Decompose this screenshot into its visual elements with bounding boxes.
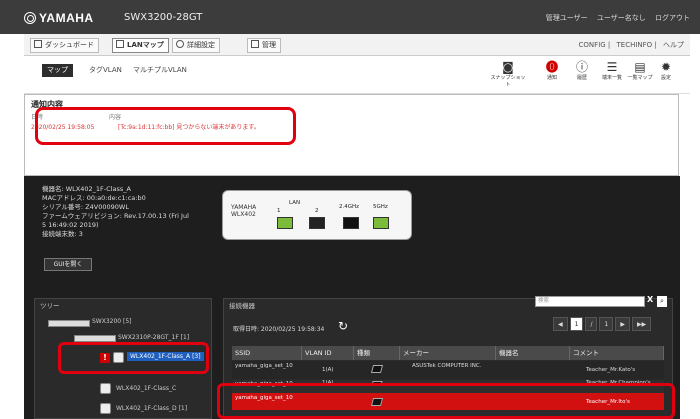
col-comment[interactable]: コメント (570, 346, 664, 360)
band-2g-label: 2.4GHz (339, 204, 360, 210)
ap-brand: YAMAHA WLX402 (231, 204, 257, 218)
ap-icon (100, 383, 111, 394)
clear-search-button[interactable]: X (647, 295, 653, 304)
prev-page-button[interactable]: ◀ (553, 317, 568, 331)
port-2-label: 2 (315, 208, 319, 214)
lan-port-2 (309, 217, 325, 229)
app-header: YAMAHA SWX3200-28GT 管理ユーザー ユーザー名なし ログアウト (0, 0, 700, 34)
col-device-name[interactable]: 機器名 (496, 346, 570, 360)
tab-advanced-settings[interactable]: 詳細設定 (172, 38, 220, 53)
device-clients: 接続端末数: 3 (42, 230, 83, 238)
snapshot-button[interactable]: ◙ スナップショット (490, 60, 526, 88)
pagination: ◀ 1 / 1 ▶ ▶▶ (553, 317, 652, 331)
tree-title: ツリー (40, 302, 60, 310)
refresh-icon[interactable]: ↻ (338, 319, 348, 333)
tab-dashboard[interactable]: ダッシュボード (30, 38, 99, 53)
subtab-tag-vlan[interactable]: タグVLAN (84, 64, 127, 77)
device-name: 機器名: WLX402_1F-Class_A (42, 185, 131, 193)
col-ssid[interactable]: SSID (232, 346, 302, 360)
tab-management[interactable]: 管理 (247, 38, 281, 53)
highlight-notification (35, 107, 296, 145)
cell-maker: ASUSTek COMPUTER INC. (412, 363, 482, 369)
next-page-button[interactable]: ▶ (615, 317, 630, 331)
tree-item-swx3200[interactable]: SWX3200 [5] (92, 318, 132, 325)
col-type[interactable]: 種類 (354, 346, 400, 360)
last-page-button[interactable]: ▶▶ (631, 317, 652, 331)
cell-comment: Teacher_Mr.Kato's (586, 367, 636, 373)
lan-port-1 (277, 217, 293, 229)
device-info: 機器名: WLX402_1F-Class_A MACアドレス: 00:a0:de… (42, 185, 222, 239)
device-firmware-date: 5 16:49:02 2019) (42, 221, 99, 229)
switch-icon (48, 320, 90, 327)
last-updated: 取得日時: 2020/02/25 19:58:34 (233, 326, 325, 333)
camera-icon: ◙ (502, 60, 514, 74)
tree-item-wlx402-c[interactable]: WLX402_1F-Class_C (116, 385, 176, 392)
lan-label: LAN (289, 200, 301, 206)
tab-lan-map[interactable]: LANマップ (112, 38, 169, 53)
tree-item-swx2310p[interactable]: SWX2310P-28GT_1F [1] (118, 334, 189, 341)
wrench-icon (251, 40, 259, 48)
main-tabs: ダッシュボード LANマップ 詳細設定 管理 CONFIG | TECHINFO… (24, 34, 690, 56)
wifi-5g-indicator (373, 217, 389, 229)
gear-icon: ✹ (660, 60, 672, 74)
highlight-device-row (217, 383, 675, 419)
yamaha-mark-icon (24, 12, 36, 24)
sub-toolbar: マップ タグVLAN マルチプルVLAN ◙ スナップショット ⓿ 通知 ⓘ 履歴 ☰… (24, 56, 690, 94)
band-5g-label: 5GHz (373, 204, 388, 210)
user-name: ユーザー名なし (596, 14, 646, 22)
config-link[interactable]: CONFIG (579, 41, 606, 49)
connected-title: 接続機器 (229, 302, 255, 310)
device-mac: MACアドレス: 00:a0:de:c1:ca:b0 (42, 194, 146, 202)
search-icon[interactable]: ⌕ (657, 296, 667, 307)
help-link[interactable]: ヘルプ (663, 41, 684, 49)
subtab-map[interactable]: マップ (42, 64, 73, 77)
ap-icon (100, 403, 111, 414)
page-separator: / (585, 317, 598, 331)
access-point-diagram: YAMAHA WLX402 LAN 1 2 2.4GHz 5GHz (222, 190, 412, 240)
dashboard-icon (34, 40, 42, 48)
gear-icon (176, 40, 184, 48)
tree-item-wlx402-d[interactable]: WLX402_1F-Class_D [1] (116, 405, 187, 412)
settings-button[interactable]: ✹ 設定 (648, 60, 684, 81)
total-pages: 1 (599, 317, 614, 331)
highlight-tree-item (58, 342, 209, 374)
search-input[interactable]: 検索 (535, 296, 645, 307)
device-serial: シリアル番号: Z4V00090WL (42, 203, 129, 211)
current-page[interactable]: 1 (569, 317, 584, 331)
utility-links: CONFIG | TECHINFO | ヘルプ (578, 41, 684, 49)
techinfo-link[interactable]: TECHINFO (617, 41, 653, 49)
logout-link[interactable]: ログアウト (655, 14, 690, 22)
cell-vlan: 1(A) (322, 367, 334, 373)
switch-icon (74, 335, 116, 342)
cell-ssid: yamaha_giga_set_10 (235, 363, 293, 369)
open-gui-button[interactable]: GUIを開く (44, 258, 92, 271)
model-name: SWX3200-28GT (124, 12, 203, 23)
col-vlan-id[interactable]: VLAN ID (302, 346, 354, 360)
lan-map-icon (116, 40, 124, 48)
wifi-2g-indicator (343, 217, 359, 229)
col-maker[interactable]: メーカー (400, 346, 496, 360)
subtab-multiple-vlan[interactable]: マルチプルVLAN (128, 64, 192, 77)
user-links: 管理ユーザー ユーザー名なし ログアウト (539, 13, 690, 23)
user-role: 管理ユーザー (545, 14, 588, 22)
laptop-icon (370, 365, 384, 373)
port-1-label: 1 (277, 208, 281, 214)
device-firmware: ファームウェアリビジョン: Rev.17.00.13 (Fri Jul (42, 212, 189, 220)
yamaha-logo: YAMAHA (24, 11, 94, 25)
